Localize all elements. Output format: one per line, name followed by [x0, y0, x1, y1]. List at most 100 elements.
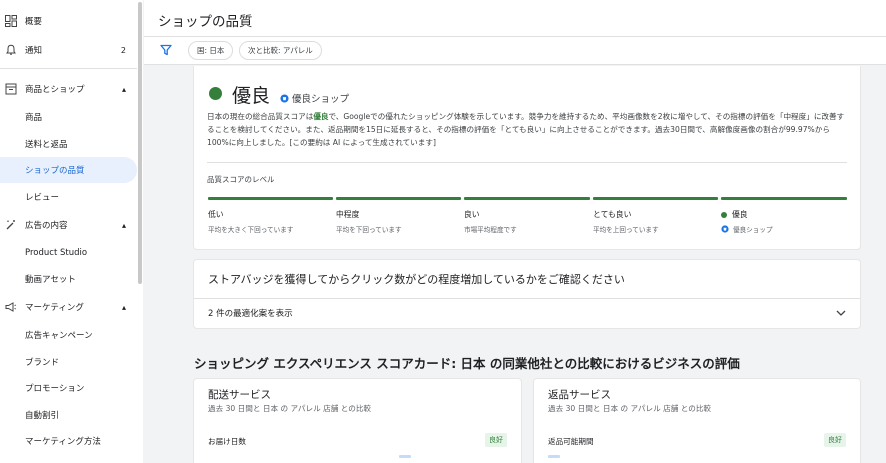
sidebar-item-label: マーケティング: [25, 303, 84, 313]
metric-bar-fragment: [399, 455, 411, 458]
sidebar-item-label: 送料と返品: [25, 140, 68, 150]
dashboard-icon: [5, 15, 17, 27]
sidebar-item-products[interactable]: 商品: [0, 104, 137, 130]
page-header: ショップの品質: [144, 0, 886, 37]
quality-levels-title: 品質スコアのレベル: [207, 175, 275, 184]
level-excellent: 優良: [721, 209, 748, 220]
sidebar-item-ad-content[interactable]: 広告の内容 ▴: [0, 212, 137, 238]
sidebar-item-overview[interactable]: 概要: [0, 8, 137, 34]
bell-icon: [5, 44, 17, 56]
top-shop-badge: 優良ショップ: [280, 91, 349, 105]
level-desc-good: 市場平均程度です: [464, 226, 517, 234]
sidebar-item-label: 自動割引: [25, 411, 60, 421]
level-bar-very-good: [593, 197, 718, 200]
megaphone-icon: [5, 301, 17, 313]
returns-service-subtitle: 過去 30 日間と 日本 の アパレル 店舗 との比較: [548, 404, 712, 413]
store-badge-card: ストアバッジを獲得してからクリック数がどの程度増加しているかをご確認ください 2…: [193, 259, 861, 329]
sidebar-item-label: Product Studio: [25, 248, 88, 258]
level-desc-very-good: 平均を上回っています: [593, 226, 659, 234]
sidebar-item-shop-quality[interactable]: ショップの品質: [0, 157, 137, 183]
sidebar-item-auto-discounts[interactable]: 自動割引: [0, 402, 137, 428]
delivery-days-metric: お届け日数: [208, 437, 246, 446]
status-badge: 良好: [824, 433, 846, 447]
sidebar-item-product-studio[interactable]: Product Studio: [0, 240, 137, 266]
sidebar-item-label: 商品とショップ: [25, 85, 85, 95]
sidebar-item-label: 商品: [25, 113, 43, 123]
return-window-metric: 返品可能期間: [548, 437, 594, 446]
sidebar-item-label: 広告キャンペーン: [25, 331, 93, 341]
sidebar-item-products-and-shop[interactable]: 商品とショップ ▴: [0, 76, 137, 102]
sidebar-item-marketing-methods[interactable]: マーケティング方法: [0, 428, 137, 454]
sidebar-item-shipping-returns[interactable]: 送料と返品: [0, 131, 137, 157]
compare-filter-label: 次と比較: アパレル: [248, 46, 313, 55]
level-name-low: 低い: [208, 210, 224, 219]
summary-text-a: 日本の現在の総合品質スコアは: [207, 112, 314, 121]
storefront-icon: [5, 83, 17, 95]
sidebar-item-label: マーケティング方法: [25, 437, 101, 447]
sidebar: 概要 通知 2 商品とショップ ▴ 商品 送料と返品 ショップの品質 レビュー …: [0, 0, 143, 463]
level-bar-low: [208, 197, 333, 200]
sidebar-divider: [0, 68, 137, 69]
summary-highlight: 優良: [313, 112, 329, 121]
sidebar-item-marketing[interactable]: マーケティング ▴: [0, 294, 137, 320]
level-bar-medium: [336, 197, 461, 200]
sidebar-item-brand[interactable]: ブランド: [0, 349, 137, 375]
sidebar-item-ad-campaigns[interactable]: 広告キャンペーン: [0, 322, 137, 348]
status-badge: 良好: [485, 433, 507, 447]
sidebar-item-label: 動画アセット: [25, 275, 76, 285]
shipping-service-card: 配送サービス 過去 30 日間と 日本 の アパレル 店舗 との比較 お届け日数…: [193, 378, 522, 463]
notification-count: 2: [120, 45, 126, 55]
sidebar-item-label: ブランド: [25, 358, 60, 368]
divider: [207, 162, 847, 163]
country-filter-label: 国: 日本: [197, 46, 225, 55]
sidebar-item-promotions[interactable]: プロモーション: [0, 375, 137, 401]
top-shop-badge-icon: [280, 93, 289, 103]
metric-bar-fragment: [548, 455, 560, 458]
level-desc-excellent-label: 優良ショップ: [733, 226, 773, 234]
filter-icon[interactable]: [160, 44, 172, 56]
returns-service-card: 返品サービス 過去 30 日間と 日本 の アパレル 店舗 との比較 返品可能期…: [533, 378, 861, 463]
page-title: ショップの品質: [158, 14, 253, 30]
sidebar-item-label: レビュー: [25, 193, 60, 203]
chevron-up-icon: ▴: [121, 302, 126, 312]
level-name-good: 良い: [464, 210, 480, 219]
filter-bar: 国: 日本 次と比較: アパレル: [144, 37, 886, 65]
chevron-up-icon: ▴: [121, 84, 126, 94]
sidebar-scrollbar[interactable]: [138, 2, 142, 284]
quality-rating-card: 優良 優良ショップ 日本の現在の総合品質スコアは優良で、Googleでの優れたシ…: [193, 66, 861, 250]
sidebar-item-reviews[interactable]: レビュー: [0, 184, 137, 210]
level-name-excellent: 優良: [732, 210, 748, 219]
ai-summary: 日本の現在の総合品質スコアは優良で、Googleでの優れたショッピング体験を示し…: [207, 110, 847, 149]
chevron-up-icon: ▴: [121, 220, 126, 230]
level-name-very-good: とても良い: [593, 210, 632, 219]
magic-wand-icon: [5, 219, 17, 231]
sidebar-item-label: 概要: [25, 17, 43, 27]
divider: [194, 298, 860, 299]
level-bar-good: [464, 197, 590, 200]
shipping-service-title: 配送サービス: [208, 389, 271, 401]
level-desc-low: 平均を大きく下回っています: [208, 226, 294, 234]
level-desc-excellent: 優良ショップ: [721, 224, 773, 234]
rating-label: 優良: [232, 85, 271, 107]
compare-filter-chip[interactable]: 次と比較: アパレル: [239, 41, 322, 60]
chevron-down-icon[interactable]: [835, 308, 847, 318]
current-level-dot: [721, 211, 727, 218]
sidebar-item-label: プロモーション: [25, 384, 85, 394]
level-desc-medium: 平均を下回っています: [336, 226, 402, 234]
rating-status-dot: [209, 87, 222, 100]
sidebar-item-notifications[interactable]: 通知 2: [0, 37, 137, 63]
top-shop-badge-icon: [721, 225, 729, 233]
level-name-medium: 中程度: [336, 210, 360, 219]
sidebar-item-video-assets[interactable]: 動画アセット: [0, 266, 137, 292]
sidebar-item-label: 広告の内容: [25, 221, 68, 231]
sidebar-item-label: ショップの品質: [25, 166, 85, 176]
store-badge-question: ストアバッジを獲得してからクリック数がどの程度増加しているかをご確認ください: [208, 273, 625, 286]
scorecard-title: ショッピング エクスペリエンス スコアカード: 日本 の同業他社との比較における…: [194, 356, 740, 371]
country-filter-chip[interactable]: 国: 日本: [188, 41, 234, 60]
top-shop-badge-label: 優良ショップ: [292, 94, 350, 105]
shipping-service-subtitle: 過去 30 日間と 日本 の アパレル 店舗 との比較: [208, 404, 372, 413]
returns-service-title: 返品サービス: [548, 389, 611, 401]
show-optimizations-link[interactable]: 2 件の最適化案を表示: [208, 307, 293, 319]
sidebar-item-label: 通知: [25, 46, 43, 56]
level-bar-excellent: [721, 197, 847, 200]
